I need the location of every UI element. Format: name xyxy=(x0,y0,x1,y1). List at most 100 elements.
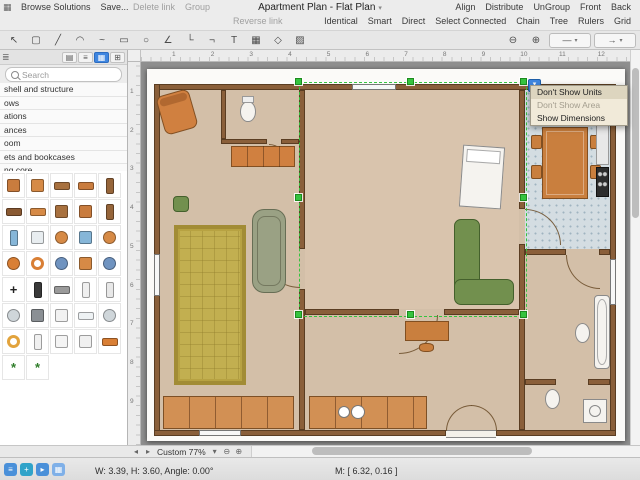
wardrobe[interactable] xyxy=(231,146,295,167)
vertical-scrollbar[interactable] xyxy=(630,50,640,445)
wall-bottom-right[interactable] xyxy=(496,430,616,436)
horizontal-scrollbar[interactable] xyxy=(251,446,640,457)
mirror-stencil[interactable] xyxy=(2,303,25,328)
arrow-style-dropdown[interactable]: →▾ xyxy=(594,33,636,48)
line-tool[interactable]: ╱ xyxy=(48,33,68,48)
document-title[interactable]: Apartment Plan - Flat Plan ▾ xyxy=(258,2,382,13)
round-table-stencil[interactable] xyxy=(50,225,73,250)
connector-tool[interactable]: └ xyxy=(180,33,200,48)
menu-item-show-dimensions[interactable]: Show Dimensions xyxy=(531,112,627,125)
wall-bottom-left[interactable] xyxy=(154,430,446,436)
washbasin[interactable] xyxy=(575,323,590,343)
menu-item-identical[interactable]: Identical xyxy=(324,16,358,26)
window-right[interactable] xyxy=(610,259,616,305)
selection-handle[interactable] xyxy=(520,78,527,85)
freehand-tool[interactable]: ~ xyxy=(92,33,112,48)
door-stencil[interactable] xyxy=(98,277,121,302)
piano-stencil[interactable] xyxy=(26,277,49,302)
fill-tool[interactable]: ▨ xyxy=(290,33,310,48)
marquee-tool[interactable]: ▢ xyxy=(26,33,46,48)
menu-item-front[interactable]: Front xyxy=(580,2,601,12)
crib-stencil[interactable] xyxy=(74,329,97,354)
lamp-stencil[interactable] xyxy=(98,303,121,328)
menu-item-back[interactable]: Back xyxy=(611,2,631,12)
light-stencil[interactable] xyxy=(2,329,25,354)
status-app-icon-3[interactable]: ▸ xyxy=(36,463,49,476)
menu-item-chain[interactable]: Chain xyxy=(516,16,540,26)
zoom-dropdown-icon[interactable]: ▾ xyxy=(209,447,221,456)
sink-stencil[interactable] xyxy=(98,225,121,250)
sofa-stencil[interactable] xyxy=(2,199,25,224)
desk-chair[interactable] xyxy=(419,343,434,352)
page-next-button[interactable]: ▸ xyxy=(142,447,154,456)
spa-stencil[interactable] xyxy=(2,251,25,276)
desk[interactable] xyxy=(405,321,449,341)
menu-item-don-t-show-units[interactable]: Don't Show Units xyxy=(531,86,627,99)
counter[interactable] xyxy=(596,121,609,165)
bench-stencil[interactable] xyxy=(74,173,97,198)
table-stencil[interactable] xyxy=(50,173,73,198)
menu-item-browse-solutions[interactable]: Browse Solutions xyxy=(21,2,91,12)
menu-item-distribute[interactable]: Distribute xyxy=(485,2,523,12)
dining-table[interactable] xyxy=(542,127,588,199)
horizontal-scrollbar-thumb[interactable] xyxy=(312,447,532,455)
library-icon[interactable]: ≣ xyxy=(2,52,10,63)
corner-bath-stencil[interactable] xyxy=(26,225,49,250)
library-item-ations[interactable]: ations xyxy=(0,110,127,124)
menu-item-tree[interactable]: Tree xyxy=(550,16,568,26)
pointer-tool[interactable]: ↖ xyxy=(4,33,24,48)
small-rug-stencil[interactable] xyxy=(98,329,121,354)
pool-stencil[interactable] xyxy=(98,251,121,276)
menu-item-ungroup[interactable]: UnGroup xyxy=(533,2,570,12)
round-rug-stencil[interactable] xyxy=(26,251,49,276)
wall-bath-b[interactable] xyxy=(588,379,610,385)
plant-stencil[interactable]: * xyxy=(2,355,25,380)
stove[interactable] xyxy=(596,167,609,197)
selection-handle[interactable] xyxy=(295,194,302,201)
page-prev-button[interactable]: ◂ xyxy=(130,447,142,456)
pouf-stencil[interactable] xyxy=(50,251,73,276)
tab-info-view[interactable]: ⊞ xyxy=(110,52,125,63)
toilet-2[interactable] xyxy=(545,389,560,409)
drawing-page[interactable]: ▾ Don't Show UnitsDon't Show AreaShow Di… xyxy=(147,69,625,441)
menu-item-align[interactable]: Align xyxy=(455,2,475,12)
library-item-shell-and-structure[interactable]: shell and structure xyxy=(0,83,127,97)
loveseat-stencil[interactable] xyxy=(26,199,49,224)
rectangle-tool[interactable]: ▭ xyxy=(114,33,134,48)
dining-chair[interactable] xyxy=(531,165,542,179)
selection-handle[interactable] xyxy=(295,311,302,318)
status-app-icon-2[interactable]: + xyxy=(20,463,33,476)
bathtub[interactable] xyxy=(594,295,610,369)
rocking-chair-stencil[interactable] xyxy=(74,199,97,224)
menu-item-select-connected[interactable]: Select Connected xyxy=(435,16,506,26)
wardrobe-stencil[interactable] xyxy=(98,199,121,224)
armchair-stencil[interactable] xyxy=(2,173,25,198)
area-rug[interactable] xyxy=(174,225,246,385)
wall-bath-a[interactable] xyxy=(525,379,556,385)
square-table-stencil[interactable] xyxy=(74,251,97,276)
tab-list-view[interactable]: ≡ xyxy=(78,52,93,63)
bed-stencil[interactable] xyxy=(74,277,97,302)
small-tub-stencil[interactable] xyxy=(26,329,49,354)
wall-entry-v[interactable] xyxy=(221,90,226,139)
zoom-out-icon[interactable]: ⊖ xyxy=(503,33,523,48)
menu-item-smart[interactable]: Smart xyxy=(368,16,392,26)
tab-panel-view[interactable]: ▤ xyxy=(62,52,77,63)
note-stencil[interactable] xyxy=(50,303,73,328)
dresser-stencil[interactable] xyxy=(98,173,121,198)
side-chair[interactable] xyxy=(173,196,189,212)
window-bottom[interactable] xyxy=(199,430,241,436)
shape-tool[interactable]: ◇ xyxy=(268,33,288,48)
zoom-level-dropdown[interactable]: Custom 77% xyxy=(157,447,206,457)
shower-stencil[interactable] xyxy=(74,225,97,250)
toilet[interactable] xyxy=(240,101,256,122)
zoom-out-button[interactable]: ⊖ xyxy=(221,447,233,456)
wall-entry-h-b[interactable] xyxy=(281,139,299,144)
selection-handle[interactable] xyxy=(520,194,527,201)
selection-handle[interactable] xyxy=(520,311,527,318)
wall-kitchen-bottom-a[interactable] xyxy=(525,249,566,255)
text-tool[interactable]: T xyxy=(224,33,244,48)
shelf-stencil[interactable] xyxy=(50,277,73,302)
status-app-icon-1[interactable]: ≡ xyxy=(4,463,17,476)
wall-entry-h-a[interactable] xyxy=(221,139,267,144)
